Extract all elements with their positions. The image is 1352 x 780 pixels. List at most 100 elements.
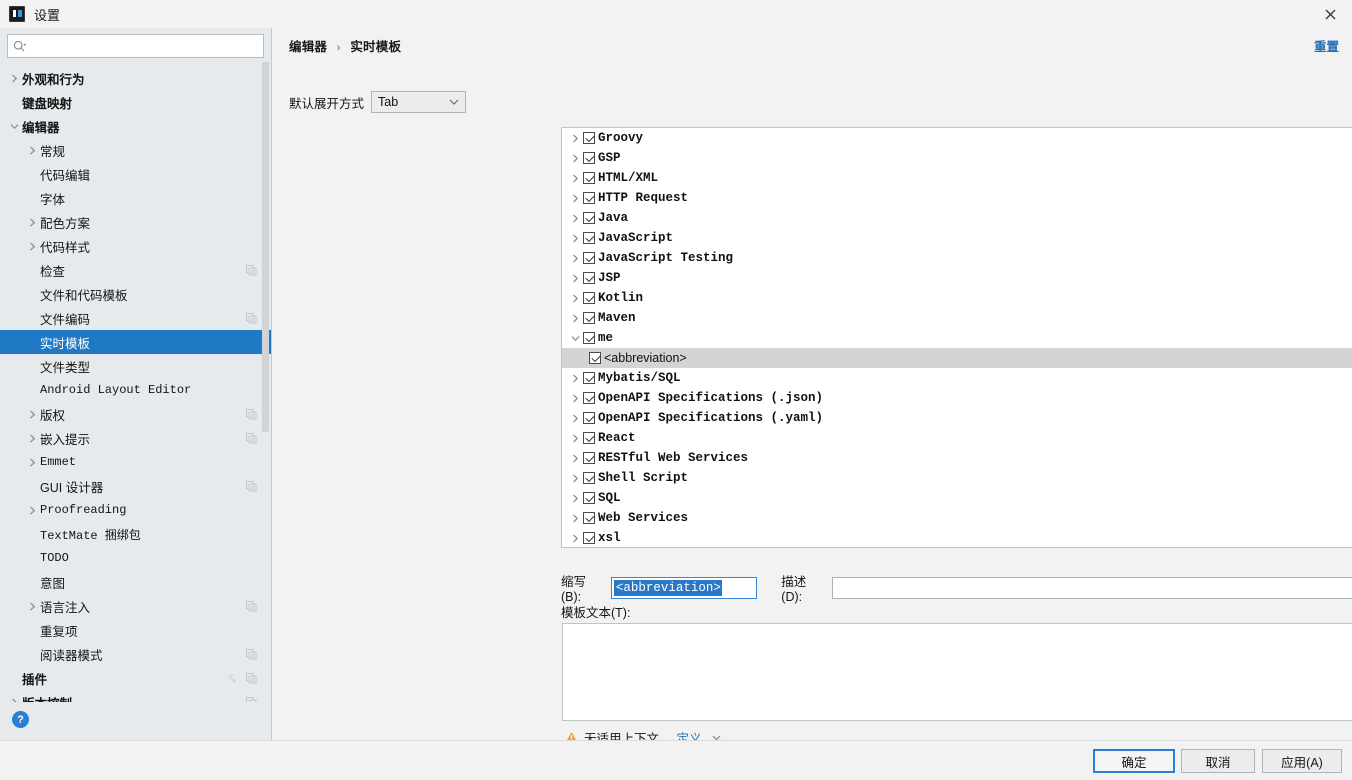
template-checkbox[interactable]: [583, 432, 595, 444]
chevron-right-icon[interactable]: [568, 394, 583, 403]
sidebar-item-23[interactable]: 重复项: [0, 618, 271, 642]
sidebar-item-10[interactable]: 文件编码: [0, 306, 271, 330]
template-row[interactable]: SQL: [562, 488, 1352, 508]
sidebar-item-13[interactable]: Android Layout Editor: [0, 378, 271, 402]
sidebar-item-11[interactable]: 实时模板: [0, 330, 271, 354]
chevron-right-icon[interactable]: [568, 274, 583, 283]
template-checkbox[interactable]: [583, 372, 595, 384]
close-icon[interactable]: [1320, 5, 1340, 23]
chevron-right-icon[interactable]: [568, 154, 583, 163]
template-checkbox[interactable]: [583, 212, 595, 224]
chevron-right-icon[interactable]: [24, 602, 40, 611]
sidebar-item-15[interactable]: 嵌入提示: [0, 426, 271, 450]
chevron-right-icon[interactable]: [6, 698, 22, 702]
chevron-down-icon[interactable]: [568, 334, 583, 343]
chevron-right-icon[interactable]: [568, 474, 583, 483]
apply-button[interactable]: 应用(A): [1262, 749, 1342, 773]
sidebar-item-24[interactable]: 阅读器模式: [0, 642, 271, 666]
template-row[interactable]: GSP: [562, 148, 1352, 168]
sidebar-item-17[interactable]: GUI 设计器: [0, 474, 271, 498]
template-checkbox[interactable]: [583, 172, 595, 184]
template-row[interactable]: Shell Script: [562, 468, 1352, 488]
cancel-button[interactable]: 取消: [1181, 749, 1255, 773]
default-expand-dropdown[interactable]: Tab: [371, 91, 467, 113]
chevron-right-icon[interactable]: [24, 218, 40, 227]
template-checkbox[interactable]: [583, 452, 595, 464]
template-checkbox[interactable]: [583, 132, 595, 144]
sidebar-item-0[interactable]: 外观和行为: [0, 66, 271, 90]
chevron-right-icon[interactable]: [24, 434, 40, 443]
template-checkbox[interactable]: [583, 152, 595, 164]
template-row[interactable]: HTML/XML: [562, 168, 1352, 188]
template-row[interactable]: JSP: [562, 268, 1352, 288]
chevron-right-icon[interactable]: [568, 514, 583, 523]
chevron-right-icon[interactable]: [24, 410, 40, 419]
chevron-right-icon[interactable]: [6, 74, 22, 83]
template-row[interactable]: Java: [562, 208, 1352, 228]
sidebar-item-3[interactable]: 常规: [0, 138, 271, 162]
template-checkbox[interactable]: [583, 512, 595, 524]
template-row[interactable]: me: [562, 328, 1352, 348]
chevron-right-icon[interactable]: [568, 294, 583, 303]
chevron-right-icon[interactable]: [24, 242, 40, 251]
sidebar-item-22[interactable]: 语言注入: [0, 594, 271, 618]
sidebar-item-8[interactable]: 检查: [0, 258, 271, 282]
template-checkbox[interactable]: [589, 352, 601, 364]
sidebar-item-20[interactable]: TODO: [0, 546, 271, 570]
chevron-right-icon[interactable]: [568, 194, 583, 203]
abbreviation-input[interactable]: <abbreviation>: [610, 576, 758, 599]
template-row[interactable]: xsl: [562, 528, 1352, 547]
template-row[interactable]: OpenAPI Specifications (.json): [562, 388, 1352, 408]
help-button[interactable]: ?: [12, 711, 29, 728]
template-checkbox[interactable]: [583, 272, 595, 284]
template-text-area[interactable]: [562, 623, 1352, 721]
sidebar-item-2[interactable]: 编辑器: [0, 114, 271, 138]
sidebar-tree[interactable]: 外观和行为 键盘映射 编辑器 常规 代码编辑 字体 配色方案 代码样式 检查 文件和代码模板 文件编…: [0, 64, 271, 702]
chevron-right-icon[interactable]: [568, 374, 583, 383]
template-row[interactable]: Mybatis/SQL: [562, 368, 1352, 388]
template-row[interactable]: RESTful Web Services: [562, 448, 1352, 468]
template-checkbox[interactable]: [583, 392, 595, 404]
chevron-down-icon[interactable]: [6, 122, 22, 131]
sidebar-item-7[interactable]: 代码样式: [0, 234, 271, 258]
chevron-right-icon[interactable]: [24, 458, 40, 467]
chevron-right-icon[interactable]: [568, 314, 583, 323]
breadcrumb-parent[interactable]: 编辑器: [289, 40, 327, 54]
chevron-right-icon[interactable]: [568, 134, 583, 143]
chevron-right-icon[interactable]: [568, 434, 583, 443]
chevron-right-icon[interactable]: [568, 494, 583, 503]
template-row[interactable]: <abbreviation>: [562, 348, 1352, 368]
search-box[interactable]: [7, 34, 264, 58]
chevron-right-icon[interactable]: [568, 254, 583, 263]
templates-tree[interactable]: Groovy GSP HTML/XML HTTP Request Java JavaScr…: [562, 128, 1352, 547]
template-row[interactable]: Web Services: [562, 508, 1352, 528]
template-row[interactable]: Kotlin: [562, 288, 1352, 308]
search-input[interactable]: [26, 39, 258, 53]
sidebar-item-18[interactable]: Proofreading: [0, 498, 271, 522]
sidebar-item-21[interactable]: 意图: [0, 570, 271, 594]
chevron-right-icon[interactable]: [24, 146, 40, 155]
reset-link[interactable]: 重置: [1314, 36, 1339, 55]
template-checkbox[interactable]: [583, 412, 595, 424]
template-checkbox[interactable]: [583, 492, 595, 504]
template-checkbox[interactable]: [583, 252, 595, 264]
template-checkbox[interactable]: [583, 472, 595, 484]
template-checkbox[interactable]: [583, 232, 595, 244]
template-checkbox[interactable]: [583, 192, 595, 204]
sidebar-item-12[interactable]: 文件类型: [0, 354, 271, 378]
template-checkbox[interactable]: [583, 532, 595, 544]
sidebar-item-25[interactable]: 插件 文 A: [0, 666, 271, 690]
template-row[interactable]: React: [562, 428, 1352, 448]
sidebar-item-16[interactable]: Emmet: [0, 450, 271, 474]
ok-button[interactable]: 确定: [1093, 749, 1175, 773]
template-row[interactable]: JavaScript Testing: [562, 248, 1352, 268]
template-row[interactable]: JavaScript: [562, 228, 1352, 248]
chevron-right-icon[interactable]: [568, 454, 583, 463]
template-checkbox[interactable]: [583, 312, 595, 324]
sidebar-item-4[interactable]: 代码编辑: [0, 162, 271, 186]
chevron-right-icon[interactable]: [568, 174, 583, 183]
chevron-right-icon[interactable]: [568, 214, 583, 223]
sidebar-item-14[interactable]: 版权: [0, 402, 271, 426]
template-row[interactable]: Maven: [562, 308, 1352, 328]
chevron-right-icon[interactable]: [568, 234, 583, 243]
